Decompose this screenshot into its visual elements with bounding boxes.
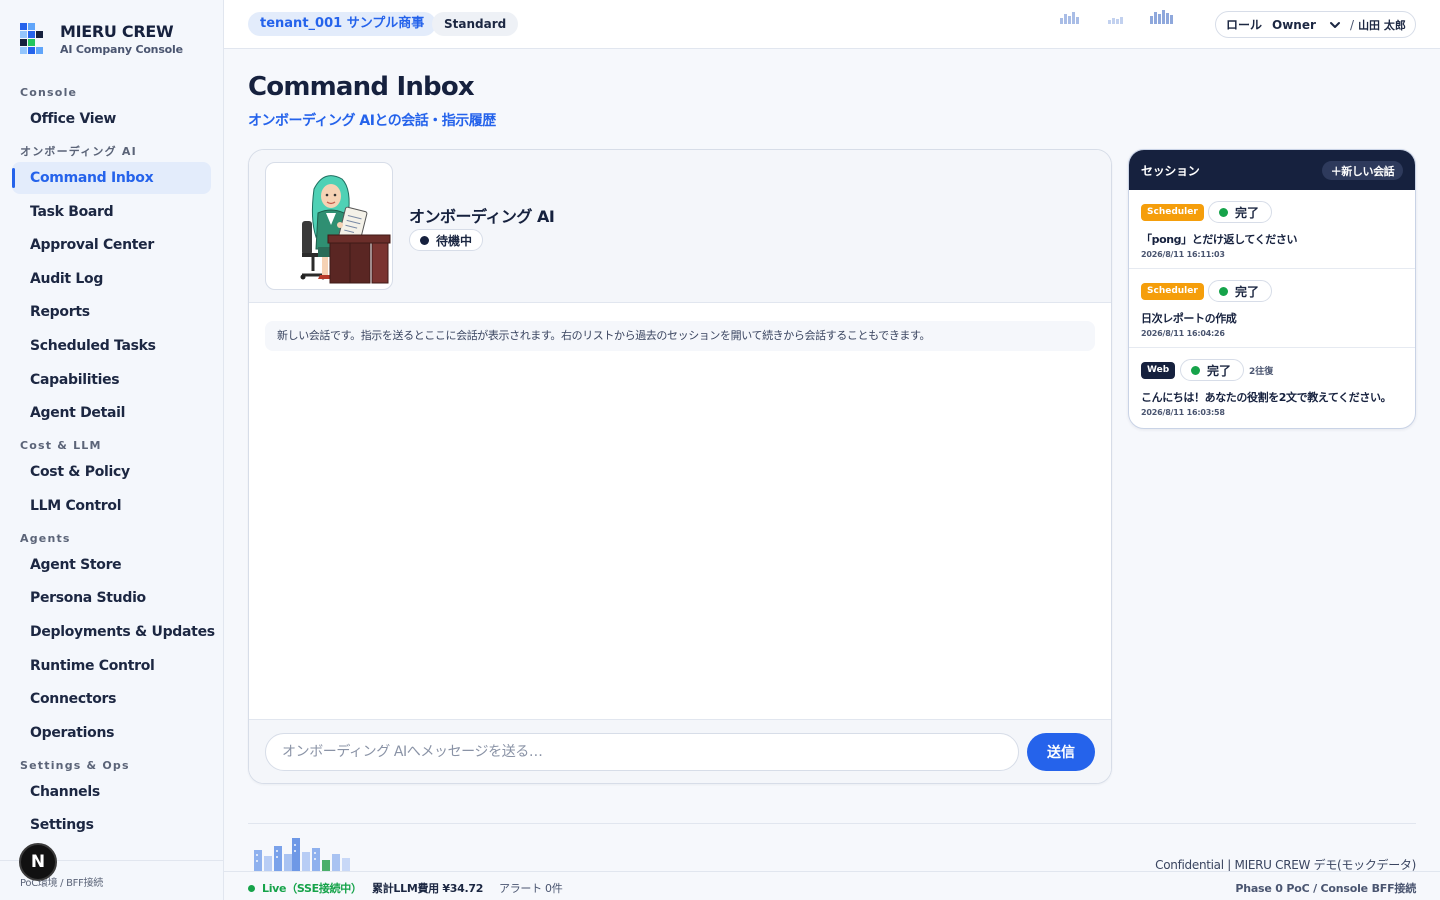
brand[interactable]: MIERU CREW AI Company Console	[0, 0, 223, 80]
live-dot-icon	[248, 884, 255, 892]
nav-section-label: Settings & Ops	[20, 758, 130, 772]
sidebar-item-llm-control[interactable]: LLM Control	[12, 490, 211, 522]
session-timestamp: 2026/8/11 16:04:26	[1141, 329, 1225, 338]
session-message: こんにちは！あなたの役割を2文で教えてください。	[1141, 391, 1392, 404]
nav-section-label: オンボーディング AI	[20, 145, 137, 158]
role-separator: /	[1350, 17, 1355, 32]
page-subtitle: オンボーディング AIとの会話・指示履歴	[248, 113, 496, 129]
status-dot-icon	[420, 235, 429, 245]
sidebar: MIERU CREW AI Company Console Console Off…	[0, 0, 224, 900]
agent-status-badge: 待機中	[409, 229, 484, 251]
agent-status-text: 待機中	[436, 233, 473, 248]
sidebar-item-agent-store[interactable]: Agent Store	[12, 549, 211, 581]
nav-section-label: Agents	[20, 531, 71, 545]
connection-status: Live（SSE接続中）	[248, 880, 362, 896]
brand-title: MIERU CREW	[60, 22, 174, 41]
alert-count[interactable]: アラート 0件	[499, 880, 563, 896]
sidebar-item-reports[interactable]: Reports	[12, 296, 211, 328]
sidebar-item-runtime-control[interactable]: Runtime Control	[12, 650, 211, 682]
sidebar-item-command-inbox[interactable]: Command Inbox	[12, 162, 211, 194]
session-source-badge: Scheduler	[1141, 204, 1204, 221]
tenant-badge[interactable]: tenant_001 サンプル商事	[248, 12, 437, 36]
chat-messages[interactable]: 新しい会話です。指示を送るとここに会話が表示されます。右のリストから過去のセッシ…	[249, 303, 1111, 719]
session-status-badge: 完了	[1208, 201, 1273, 223]
chevron-down-icon[interactable]	[1328, 18, 1342, 32]
sidebar-item-persona-studio[interactable]: Persona Studio	[12, 582, 211, 614]
chat-header: オンボーディング AI 待機中	[249, 150, 1111, 303]
llm-cost-total: 累計LLM費用 ¥34.72	[372, 882, 484, 895]
nav-section-label: Console	[20, 86, 78, 99]
page-title: Command Inbox	[248, 72, 475, 102]
sidebar-item-capabilities[interactable]: Capabilities	[12, 364, 211, 396]
sidebar-item-operations[interactable]: Operations	[12, 717, 211, 749]
sessions-title: セッション	[1141, 164, 1200, 178]
status-bar: Live（SSE接続中） 累計LLM費用 ¥34.72 アラート 0件 Phas…	[224, 871, 1440, 900]
session-status-text: 完了	[1207, 363, 1232, 378]
status-dot-icon	[1191, 365, 1200, 375]
sidebar-item-office-view[interactable]: Office View	[12, 103, 211, 135]
sidebar-item-cost-policy[interactable]: Cost & Policy	[12, 456, 211, 488]
session-item[interactable]: Scheduler 完了日次レポートの作成 2026/8/11 16:04:26	[1129, 269, 1415, 348]
sessions-list: Scheduler 完了 「pong」とだけ返してください 2026/8/11 16:…	[1129, 190, 1415, 427]
empty-conversation-hint: 新しい会話です。指示を送るとここに会話が表示されます。右のリストから過去のセッシ…	[265, 321, 1095, 351]
status-dot-icon	[1219, 286, 1228, 296]
logo-icon	[20, 23, 44, 54]
session-item[interactable]: Scheduler 完了「pong」とだけ返してください 2026/8/11 16:…	[1129, 190, 1415, 269]
send-button[interactable]: 送信	[1027, 733, 1095, 771]
footer-divider	[248, 823, 1416, 824]
topbar: tenant_001 サンプル商事 Standard ロール Owner / 山…	[224, 0, 1440, 49]
message-input[interactable]	[265, 733, 1019, 771]
sidebar-nav: Console Office View オンボーディング AI Command Inb…	[0, 84, 223, 841]
nav-section-label: Cost & LLM	[20, 439, 102, 453]
connection-status-text: Live（SSE接続中）	[262, 882, 362, 895]
session-timestamp: 2026/8/11 16:11:03	[1141, 250, 1225, 259]
session-status-badge: 完了	[1180, 359, 1245, 381]
new-session-button[interactable]: ＋新しい会話	[1322, 161, 1403, 180]
phase-label: Phase 0 PoC / Console BFF接続	[1235, 882, 1416, 895]
plan-badge: Standard	[432, 12, 519, 36]
sessions-header: セッション ＋新しい会話	[1129, 150, 1415, 190]
sidebar-item-agent-detail[interactable]: Agent Detail	[12, 397, 211, 429]
session-source-badge: Scheduler	[1141, 283, 1204, 300]
city-skyline-small-icon	[1108, 17, 1123, 24]
session-status-text: 完了	[1235, 205, 1260, 220]
n-badge-button[interactable]: N	[19, 843, 57, 881]
session-item[interactable]: Web 完了 2往復こんにちは！あなたの役割を2文で教えてください。 2026/8/1…	[1129, 348, 1415, 427]
status-dot-icon	[1219, 207, 1228, 217]
role-selector[interactable]: ロール Owner / 山田 太郎	[1215, 11, 1416, 38]
role-value[interactable]: Owner	[1272, 18, 1328, 32]
session-message: 「pong」とだけ返してください	[1141, 233, 1298, 246]
city-skyline-icon	[1060, 12, 1079, 24]
session-source-badge: Web	[1141, 362, 1176, 379]
session-timestamp: 2026/8/11 16:03:58	[1141, 408, 1225, 417]
agent-avatar-illustration	[300, 175, 391, 284]
sidebar-item-settings[interactable]: Settings	[12, 809, 211, 841]
agent-name: オンボーディング AI	[409, 207, 555, 226]
session-turn-count: 2往復	[1249, 367, 1274, 377]
session-message: 日次レポートの作成	[1141, 312, 1237, 325]
user-name[interactable]: 山田 太郎	[1358, 17, 1406, 33]
chat-panel: オンボーディング AI 待機中 新しい会話です。指示を送るとここに会話が表示され…	[248, 149, 1112, 784]
agent-avatar	[265, 162, 393, 290]
city-skyline-footer-icon	[254, 838, 350, 872]
sidebar-item-channels[interactable]: Channels	[12, 776, 211, 808]
sidebar-item-connectors[interactable]: Connectors	[12, 683, 211, 715]
session-status-badge: 完了	[1208, 280, 1273, 302]
role-label: ロール	[1226, 18, 1263, 32]
brand-subtitle: AI Company Console	[60, 43, 183, 56]
sidebar-item-task-board[interactable]: Task Board	[12, 196, 211, 228]
sessions-panel: セッション ＋新しい会話 Scheduler 完了 「pong」とだけ返してください…	[1128, 149, 1416, 429]
sidebar-item-approval-center[interactable]: Approval Center	[12, 229, 211, 261]
city-skyline-large-icon	[1150, 10, 1173, 24]
sidebar-item-audit-log[interactable]: Audit Log	[12, 263, 211, 295]
session-status-text: 完了	[1235, 284, 1260, 299]
chat-composer: 送信	[249, 719, 1111, 783]
sidebar-item-deployments-updates[interactable]: Deployments & Updates	[12, 616, 215, 648]
sidebar-item-scheduled-tasks[interactable]: Scheduled Tasks	[12, 330, 211, 362]
